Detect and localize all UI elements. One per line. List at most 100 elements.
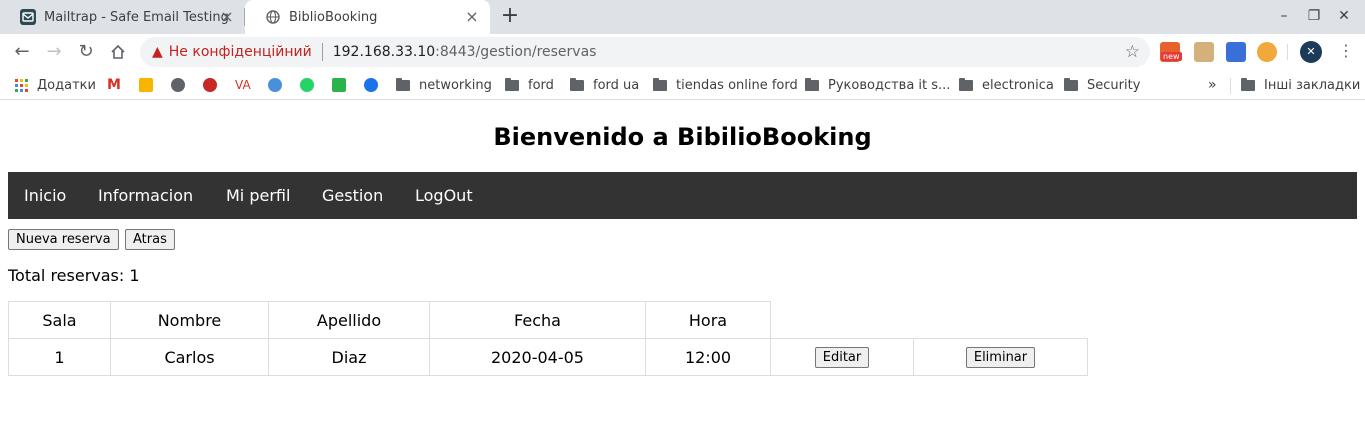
bookmarks-bar: Додатки M VA networking ford ford ua tie… <box>0 70 1365 100</box>
mailtrap-icon <box>20 9 36 25</box>
reload-icon[interactable]: ↻ <box>76 42 96 62</box>
total-reservations: Total reservas: 1 <box>8 266 140 285</box>
bookmark-label: tiendas online ford <box>676 77 798 93</box>
bookmark-label: ford <box>528 77 554 93</box>
bookmark-label: Руководства it s... <box>828 77 951 93</box>
close-window-icon[interactable]: ✕ <box>1336 8 1352 24</box>
nav-informacion[interactable]: Informacion <box>98 172 193 219</box>
forward-arrow-icon[interactable]: → <box>44 42 64 62</box>
folder-icon <box>396 77 410 91</box>
edit-button[interactable]: Editar <box>814 347 870 368</box>
header-apellido: Apellido <box>268 301 430 339</box>
menu-kebab-icon[interactable]: ⋮ <box>1338 41 1354 60</box>
folder-icon <box>805 77 819 91</box>
main-navbar: Inicio Informacion Mi perfil Gestion Log… <box>8 172 1357 219</box>
header-empty <box>914 302 1088 339</box>
back-arrow-icon[interactable]: ← <box>12 42 32 62</box>
bookmark-star-icon[interactable]: ☆ <box>1125 42 1140 62</box>
page-title: Bienvenido a BibilioBooking <box>493 123 872 151</box>
close-tab-icon[interactable]: × <box>219 9 235 25</box>
star-bookmark-icon[interactable] <box>203 76 217 94</box>
j-bookmark-icon[interactable] <box>139 76 153 94</box>
table-header-row: Sala Nombre Apellido Fecha Hora <box>8 301 1088 339</box>
folder-icon <box>959 77 973 91</box>
profile-avatar[interactable]: ✕ <box>1300 41 1322 63</box>
bookmark-folder-ford-ua[interactable]: ford ua <box>570 76 639 94</box>
close-tab-icon[interactable]: × <box>464 9 480 25</box>
bookmark-label: Додатки <box>37 77 96 93</box>
gmail-icon[interactable]: M <box>107 76 121 94</box>
bookmarks-divider <box>1230 78 1231 94</box>
bookmark-folder-electronica[interactable]: electronica <box>959 76 1054 94</box>
wolf-bookmark-icon[interactable] <box>171 76 185 94</box>
folder-icon <box>653 77 667 91</box>
qb-bookmark-icon[interactable] <box>268 76 282 94</box>
globe-icon <box>265 9 281 25</box>
new-tab-plus-icon[interactable]: + <box>500 5 520 27</box>
new-badge: new <box>1161 52 1182 61</box>
bookmarks-overflow-chevron-icon[interactable]: » <box>1208 76 1217 94</box>
toolbar-divider <box>1287 44 1288 60</box>
cell-fecha: 2020-04-05 <box>429 338 646 376</box>
folder-icon <box>570 77 584 91</box>
whatsapp-icon[interactable] <box>300 76 314 94</box>
security-status[interactable]: Не конфіденційний <box>169 44 312 60</box>
header-empty <box>771 302 914 339</box>
bookmark-apps[interactable]: Додатки <box>15 76 96 94</box>
nav-mi-perfil[interactable]: Mi perfil <box>226 172 290 219</box>
tab-strip: Mailtrap - Safe Email Testing × BiblioBo… <box>0 0 1365 34</box>
bookmark-label: ford ua <box>593 77 640 93</box>
tab-mailtrap[interactable]: Mailtrap - Safe Email Testing × <box>0 0 245 34</box>
feedly-bookmark-icon[interactable] <box>332 76 346 94</box>
warning-triangle-icon: ▲ <box>152 44 163 60</box>
header-sala: Sala <box>8 301 111 339</box>
nav-gestion[interactable]: Gestion <box>322 172 383 219</box>
new-reservation-button[interactable]: Nueva reserva <box>8 229 119 250</box>
url-host: 192.168.33.10 <box>332 44 436 60</box>
new-extension-icon[interactable]: new <box>1160 42 1182 62</box>
bookmark-folder-other[interactable]: Інші закладки <box>1241 76 1360 94</box>
header-fecha: Fecha <box>429 301 646 339</box>
bookmark-label: networking <box>419 77 492 93</box>
table-row: 1 Carlos Diaz 2020-04-05 12:00 Editar El… <box>8 338 1088 376</box>
address-bar[interactable]: ▲ Не конфіденційний 192.168.33.10:8443/g… <box>140 37 1150 67</box>
back-button[interactable]: Atras <box>125 229 175 250</box>
bookmark-label: electronica <box>982 77 1054 93</box>
delete-button[interactable]: Eliminar <box>965 347 1036 368</box>
bookmark-label: Security <box>1087 77 1141 93</box>
tab-title: BiblioBooking <box>289 9 378 25</box>
omnibox-divider <box>321 43 323 61</box>
tab-bibliobooking[interactable]: BiblioBooking × <box>245 0 490 34</box>
bookmark-folder-tiendas[interactable]: tiendas online ford <box>653 76 798 94</box>
cell-nombre: Carlos <box>110 338 269 376</box>
header-nombre: Nombre <box>110 301 269 339</box>
cell-hora: 12:00 <box>645 338 771 376</box>
bookmark-folder-networking[interactable]: networking <box>396 76 492 94</box>
bookmark-folder-security[interactable]: Security <box>1064 76 1140 94</box>
minimize-icon[interactable]: – <box>1276 8 1292 24</box>
nav-logout[interactable]: LogOut <box>415 172 473 219</box>
tab-title: Mailtrap - Safe Email Testing <box>44 9 229 25</box>
folder-icon <box>505 77 519 91</box>
cell-edit: Editar <box>770 338 914 376</box>
header-hora: Hora <box>645 301 771 339</box>
bookmark-folder-ford[interactable]: ford <box>505 76 554 94</box>
restore-icon[interactable]: ❐ <box>1306 8 1322 24</box>
cell-apellido: Diaz <box>268 338 430 376</box>
va-bookmark-icon[interactable]: VA <box>235 76 251 94</box>
owl-extension-icon[interactable] <box>1257 42 1277 62</box>
bookmark-label: Інші закладки <box>1264 77 1361 93</box>
folder-icon <box>1064 77 1078 91</box>
folder-icon <box>1241 77 1255 91</box>
wallet-extension-icon[interactable] <box>1226 42 1246 62</box>
face-extension-icon[interactable] <box>1194 42 1214 62</box>
nav-inicio[interactable]: Inicio <box>24 172 66 219</box>
cell-sala: 1 <box>8 338 111 376</box>
meet-bookmark-icon[interactable] <box>364 76 378 94</box>
apps-grid-icon <box>15 78 28 92</box>
browser-toolbar: ← → ↻ ▲ Не конфіденційний 192.168.33.10:… <box>0 34 1365 70</box>
home-icon[interactable] <box>108 42 128 62</box>
reservations-table: Sala Nombre Apellido Fecha Hora 1 Carlos… <box>8 301 1088 376</box>
url-path: :8443/gestion/reservas <box>435 44 597 60</box>
bookmark-folder-rukovodstva[interactable]: Руководства it s... <box>805 76 950 94</box>
